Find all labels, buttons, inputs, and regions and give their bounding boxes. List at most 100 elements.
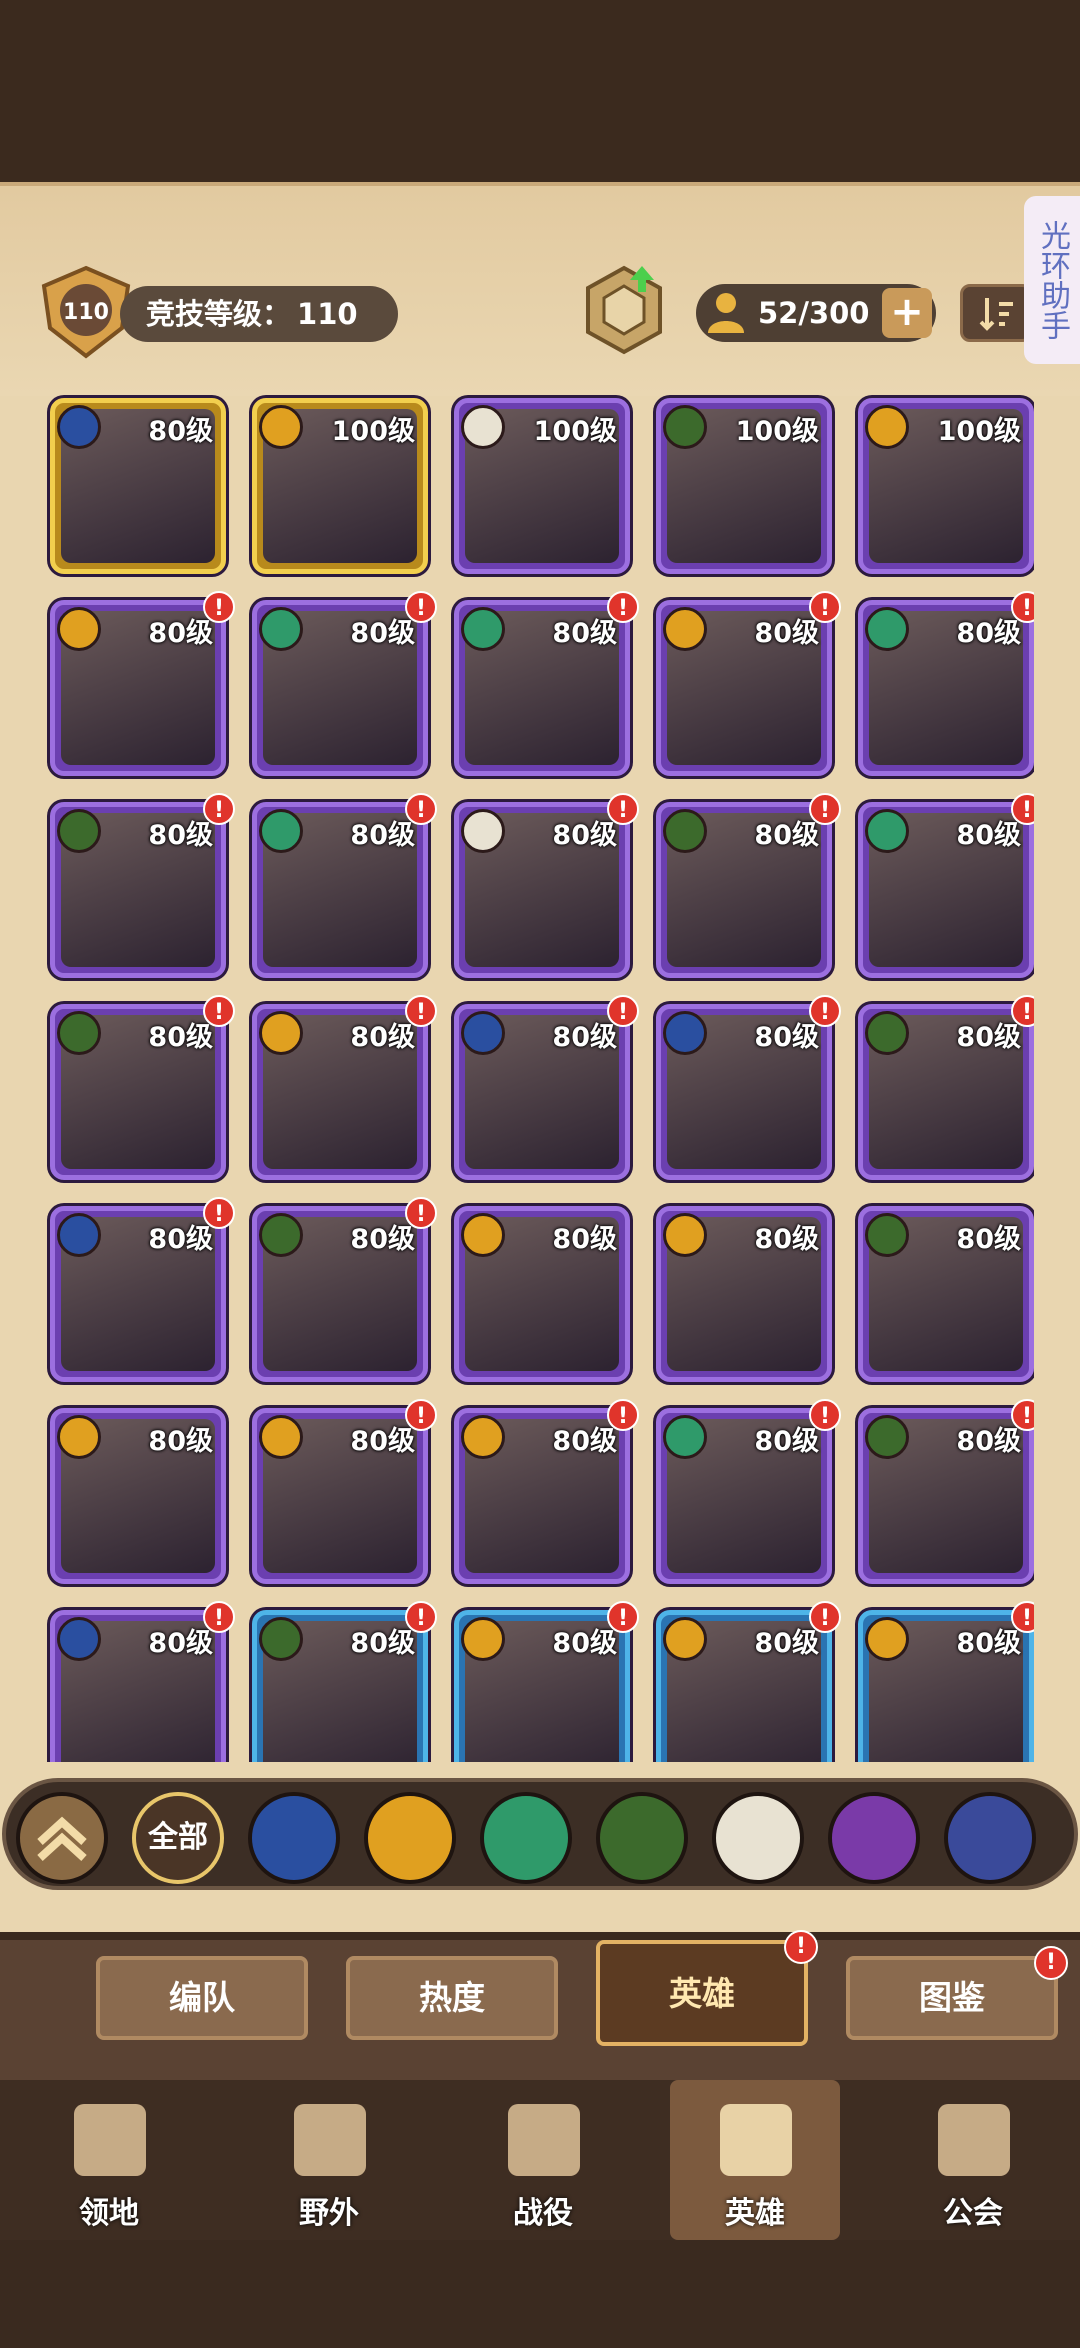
hero-card[interactable]: 80级! [50, 793, 235, 978]
hero-card[interactable]: 80级! [50, 591, 235, 776]
hero-card[interactable]: 100级 [858, 398, 1034, 574]
hero-card[interactable]: 80级! [858, 1601, 1034, 1762]
upgrade-alert-icon: ! [203, 591, 235, 623]
nav-0[interactable]: 领地 [24, 2080, 194, 2240]
filter-all-label: 全部 [148, 1820, 208, 1855]
nav-3[interactable]: 英雄 [670, 2080, 840, 2240]
hero-grid: 80级 100级 100级 100级 100级 80级! 80级! 80级! 80级! 80级! 8… [44, 392, 1034, 1762]
nav-1[interactable]: 野外 [244, 2080, 414, 2240]
sort-button[interactable] [960, 284, 1032, 342]
hero-card[interactable]: 80级! [454, 1399, 639, 1584]
hero-card[interactable]: 80级 [656, 1206, 832, 1382]
hero-card[interactable]: 80级! [252, 793, 437, 978]
upgrade-alert-icon: ! [809, 1601, 841, 1633]
filter-lightbearer-icon[interactable] [248, 1792, 340, 1884]
hero-level: 80级 [956, 618, 1021, 649]
hero-card[interactable]: 80级! [656, 793, 841, 978]
chevron-up-icon [37, 1816, 87, 1861]
tab-label: 热度 [419, 1978, 485, 2017]
hero-level: 80级 [754, 1628, 819, 1659]
nav-4[interactable]: 公会 [888, 2080, 1058, 2240]
upgrade-alert-icon: ! [203, 1601, 235, 1633]
wilder-faction-icon [461, 607, 505, 651]
mauler-faction-icon [461, 1617, 505, 1661]
hero-card[interactable]: 80级! [858, 591, 1034, 776]
mauler-faction-icon [461, 1415, 505, 1459]
nav-2[interactable]: 战役 [458, 2080, 628, 2240]
tab-0[interactable]: 编队 [96, 1956, 308, 2040]
hero-level: 80级 [350, 1224, 415, 1255]
nav-label: 战役 [513, 2196, 573, 2231]
nav-label: 英雄 [725, 2196, 785, 2231]
hero-card[interactable]: 80级 [50, 1408, 226, 1584]
hero-card[interactable]: 80级 [454, 1206, 630, 1382]
upgrade-alert-icon: ! [405, 591, 437, 623]
graveborn-faction-icon [865, 1213, 909, 1257]
hero-card[interactable]: 80级 [50, 398, 226, 574]
hero-card[interactable]: 80级! [858, 1399, 1034, 1584]
wilder-faction-icon [865, 809, 909, 853]
hero-card[interactable]: 80级! [252, 1197, 437, 1382]
hero-card[interactable]: 80级! [252, 1601, 437, 1762]
hero-card[interactable]: 80级! [454, 1601, 639, 1762]
filter-collapse-icon[interactable] [16, 1792, 108, 1884]
upgrade-alert-icon: ! [203, 995, 235, 1027]
assistant-tab[interactable]: 光环助手 [1024, 196, 1080, 364]
hero-card[interactable]: 80级! [50, 1601, 235, 1762]
arena-rank-pill[interactable]: 竞技等级： 110 [120, 286, 398, 342]
hero-level: 80级 [552, 820, 617, 851]
upgrade-alert-icon: ! [809, 995, 841, 1027]
hero-card[interactable]: 80级! [50, 995, 235, 1180]
map-scroll-icon [294, 2104, 366, 2176]
hero-level: 80级 [754, 1022, 819, 1053]
hero-card[interactable]: 80级! [50, 1197, 235, 1382]
mauler-faction-icon [663, 1617, 707, 1661]
hero-card[interactable]: 80级! [252, 995, 437, 1180]
hero-card[interactable]: 80级 [858, 1206, 1034, 1382]
hero-count-text: 52/300 [758, 296, 870, 330]
resonating-crystal-icon[interactable] [582, 262, 666, 358]
filter-wilder-icon[interactable] [480, 1792, 572, 1884]
tab-3[interactable]: 图鉴! [846, 1946, 1068, 2040]
upgrade-alert-icon: ! [405, 995, 437, 1027]
celestial-faction-icon [461, 405, 505, 449]
hero-card[interactable]: 80级! [656, 591, 841, 776]
hero-card[interactable]: 80级! [454, 995, 639, 1180]
filter-celestial-icon[interactable] [712, 1792, 804, 1884]
hero-card[interactable]: 80级! [858, 793, 1034, 978]
hero-card[interactable]: 80级! [252, 1399, 437, 1584]
hero-level: 80级 [148, 416, 213, 447]
filter-mauler-icon[interactable] [364, 1792, 456, 1884]
wilder-faction-icon [663, 1415, 707, 1459]
hero-card[interactable]: 80级! [656, 1601, 841, 1762]
upgrade-alert-icon: ! [607, 1399, 639, 1431]
hero-card[interactable]: 80级! [656, 995, 841, 1180]
hero-card[interactable]: 80级! [858, 995, 1034, 1180]
sword-icon [508, 2104, 580, 2176]
plus-icon[interactable]: + [882, 288, 932, 338]
wilder-faction-icon [259, 809, 303, 853]
tab-1[interactable]: 热度 [346, 1956, 558, 2040]
hero-card[interactable]: 80级! [252, 591, 437, 776]
filter-graveborn-icon[interactable] [596, 1792, 688, 1884]
upgrade-alert-icon: ! [203, 1197, 235, 1229]
hero-card[interactable]: 100级 [656, 398, 832, 574]
filter-hypogean-icon[interactable] [828, 1792, 920, 1884]
hero-level: 80级 [552, 1022, 617, 1053]
hero-card[interactable]: 80级! [454, 793, 639, 978]
mauler-faction-icon [461, 1213, 505, 1257]
hero-count-pill: 52/300 + [696, 284, 936, 342]
hero-card[interactable]: 80级! [454, 591, 639, 776]
filter-dimensional-icon[interactable] [944, 1792, 1036, 1884]
hero-level: 80级 [552, 1628, 617, 1659]
hero-card[interactable]: 100级 [252, 398, 428, 574]
filter-all-button[interactable]: 全部 [132, 1792, 224, 1884]
hero-card[interactable]: 100级 [454, 398, 630, 574]
tab-label: 编队 [169, 1978, 235, 2017]
sort-icon [979, 298, 1013, 331]
tab-2[interactable]: 英雄! [596, 1930, 818, 2046]
hero-card[interactable]: 80级! [656, 1399, 841, 1584]
hero-level: 80级 [148, 1022, 213, 1053]
hero-level: 80级 [956, 1426, 1021, 1457]
graveborn-faction-icon [57, 809, 101, 853]
